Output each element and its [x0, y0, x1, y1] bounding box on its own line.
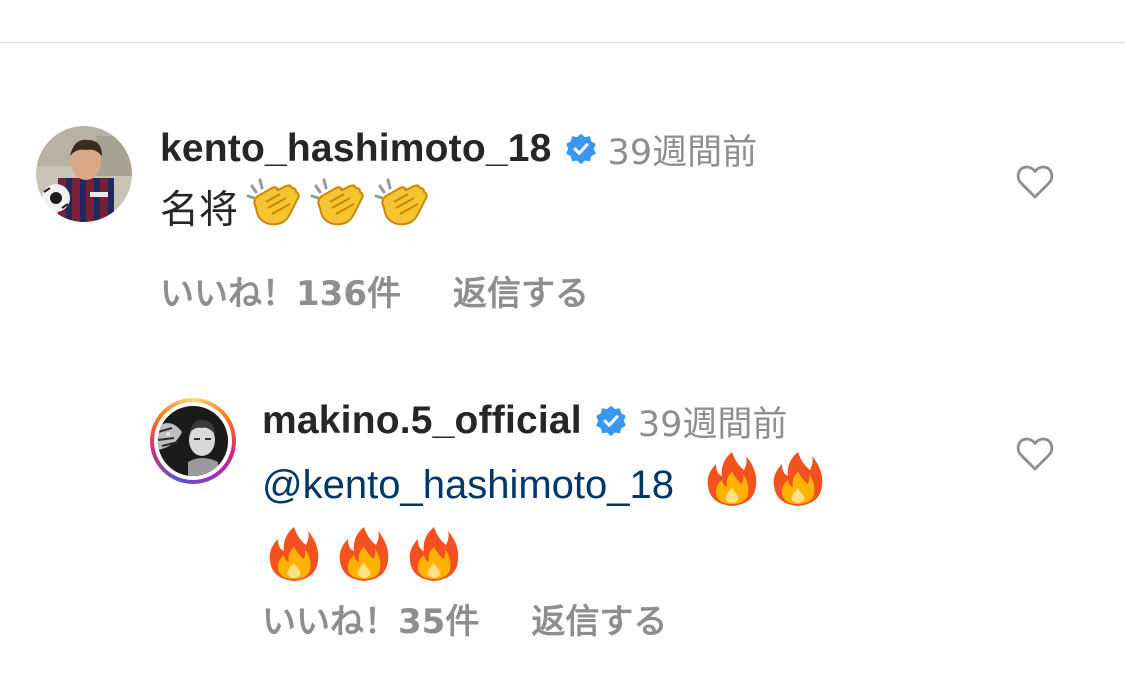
avatar-image: [36, 126, 132, 222]
avatar[interactable]: [36, 126, 132, 222]
timestamp: 39週間前: [637, 404, 788, 445]
comment-header: makino.5_official 39週間前: [262, 398, 925, 445]
comment-body: kento_hashimoto_18 39週間前 名将 いいね！136件 返信す…: [160, 126, 925, 314]
clapping-hands-icon: [246, 178, 302, 247]
heart-outline-icon[interactable]: [1016, 164, 1054, 200]
comment-text-content: 名将: [160, 188, 239, 233]
avatar-image: [154, 402, 232, 480]
comment-text: 名将: [160, 178, 925, 247]
fire-icon: [268, 525, 320, 600]
reply-button[interactable]: 返信する: [453, 266, 589, 315]
comments-screen: kento_hashimoto_18 39週間前 名将 いいね！136件 返信す…: [0, 0, 1125, 695]
fire-icon: [706, 450, 758, 525]
clapping-hands-icon: [374, 178, 430, 247]
comment-body: makino.5_official 39週間前 @kento_hashimoto…: [262, 398, 925, 642]
like-count[interactable]: いいね！35件: [262, 594, 479, 643]
fire-icon: [338, 525, 390, 600]
timestamp: 39週間前: [607, 132, 758, 173]
verified-badge-icon: [564, 132, 598, 166]
reply-button[interactable]: 返信する: [531, 594, 667, 643]
mention-link[interactable]: @kento_hashimoto_18: [262, 463, 674, 507]
heart-outline-icon[interactable]: [1016, 436, 1054, 472]
verified-badge-icon: [594, 404, 628, 438]
comment-actions: いいね！136件 返信する: [160, 266, 589, 315]
comment-actions: いいね！35件 返信する: [262, 594, 667, 643]
fire-icon: [408, 525, 460, 600]
username[interactable]: kento_hashimoto_18: [160, 127, 552, 171]
username[interactable]: makino.5_official: [262, 399, 582, 443]
like-count[interactable]: いいね！136件: [160, 266, 401, 315]
avatar[interactable]: [150, 398, 236, 484]
comment-text: @kento_hashimoto_18: [262, 450, 925, 600]
comment-header: kento_hashimoto_18 39週間前: [160, 126, 925, 173]
fire-icon: [772, 450, 824, 525]
divider: [0, 42, 1125, 43]
clapping-hands-icon: [310, 178, 366, 247]
